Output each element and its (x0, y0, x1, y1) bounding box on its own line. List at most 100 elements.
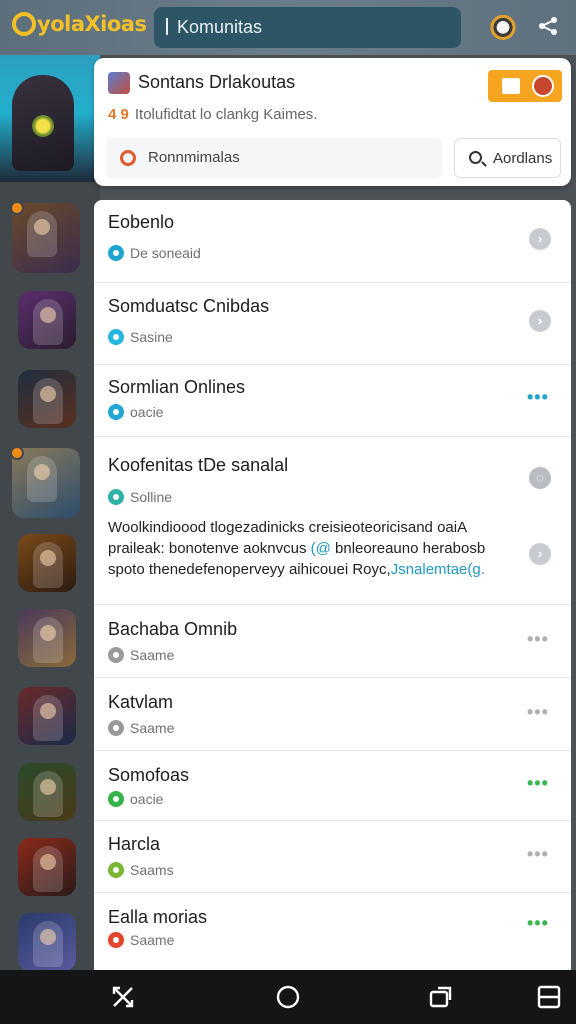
community-name: Harcla (108, 834, 161, 854)
system-navigation-bar (0, 970, 576, 1024)
back-icon[interactable] (428, 984, 454, 1010)
more-options-icon[interactable]: ••• (527, 773, 549, 794)
game-thumb-8[interactable] (18, 763, 76, 821)
featured-game-banner[interactable] (0, 55, 100, 182)
logo-text: yolaXioas (37, 12, 147, 36)
list-item[interactable]: Bachaba Omnib Saame ••• (94, 605, 571, 678)
search-button[interactable]: Aordlans (454, 138, 561, 178)
filter-button[interactable]: Ronnmimalas (106, 138, 442, 178)
app-logo[interactable]: yolaXioas (12, 12, 147, 36)
status-dot-icon (108, 932, 124, 948)
community-name: Somofoas (108, 765, 190, 785)
community-status: oacie (108, 791, 163, 807)
more-options-icon[interactable]: ••• (527, 844, 549, 865)
status-text: oacie (130, 791, 164, 807)
status-text: Saams (130, 862, 174, 878)
notification-badge (10, 446, 24, 460)
community-name: Sormlian Onlines (108, 377, 246, 397)
home-icon[interactable] (275, 984, 301, 1010)
game-thumb-2[interactable] (18, 291, 76, 349)
status-text: De soneaid (130, 245, 201, 261)
community-icon (108, 72, 130, 94)
description-link[interactable]: Jsnalemtae(g. (391, 561, 485, 578)
game-thumb-5[interactable] (18, 534, 76, 592)
share-icon[interactable] (536, 14, 560, 38)
community-description: Woolkindioood tlogezadinicks creisieoteo… (108, 517, 508, 580)
community-name: Eobenlo (108, 212, 175, 232)
status-dot-icon (108, 791, 124, 807)
status-dot-icon (108, 404, 124, 420)
status-dot-icon (108, 720, 124, 736)
more-options-icon[interactable]: ••• (527, 629, 549, 650)
community-title: Sontans Drlakoutas (138, 72, 296, 92)
list-item-expanded[interactable]: Koofenitas tDe sanalal Solline ◌ Woolkin… (94, 437, 571, 605)
community-list: Eobenlo De soneaid › Somduatsc Cnibdas S… (94, 200, 571, 970)
community-header-card: Sontans Drlakoutas 4 9 Itolufidtat lo cla… (94, 58, 571, 186)
community-name: Katvlam (108, 692, 174, 712)
status-text: Saame (130, 932, 175, 948)
rewards-badge[interactable] (488, 70, 562, 102)
hero-image (12, 75, 74, 171)
community-subtitle: 4 9 Itolufidtat lo clankg Kaimes. (108, 106, 317, 123)
more-options-icon[interactable]: ••• (527, 913, 549, 934)
community-name: Ealla morias (108, 907, 208, 927)
filter-icon (120, 150, 136, 166)
search-label: Komunitas (177, 17, 263, 37)
mascot-avatar-icon[interactable] (489, 12, 517, 40)
game-thumb-6[interactable] (18, 609, 76, 667)
subtitle-text: Itolufidtat lo clankg Kaimes. (134, 106, 318, 123)
community-status: oacie (108, 404, 163, 420)
status-text: oacie (130, 404, 164, 420)
chevron-right-icon[interactable]: › (529, 228, 551, 250)
status-text: Saame (130, 647, 175, 663)
list-item[interactable]: Somofoas oacie ••• (94, 751, 571, 821)
notification-badge (10, 201, 24, 215)
top-app-bar: yolaXioas Komunitas (0, 0, 576, 55)
list-item[interactable]: Harcla Saams ••• (94, 821, 571, 893)
status-text: Saame (130, 720, 175, 736)
game-thumb-7[interactable] (18, 687, 76, 745)
game-thumb-10[interactable] (18, 913, 76, 971)
description-highlight: (@ (310, 540, 331, 557)
chevron-right-icon[interactable]: › (529, 310, 551, 332)
community-status: Saame (108, 932, 174, 948)
status-dot-icon (108, 862, 124, 878)
list-item[interactable]: Ealla morias Saame ••• (94, 893, 571, 970)
chevron-right-icon[interactable]: › (529, 543, 551, 565)
search-icon (469, 151, 482, 164)
game-thumb-4[interactable] (12, 448, 80, 518)
game-thumb-9[interactable] (18, 838, 76, 896)
more-options-icon[interactable]: ••• (527, 387, 549, 408)
gift-icon (502, 78, 520, 94)
list-item[interactable]: Katvlam Saame ••• (94, 678, 571, 751)
community-name: Bachaba Omnib (108, 619, 238, 639)
filter-label: Ronnmimalas (148, 149, 240, 166)
loading-icon: ◌ (529, 467, 551, 489)
community-status: Sasine (108, 329, 173, 345)
menu-icon[interactable] (536, 984, 562, 1010)
list-item[interactable]: Eobenlo De soneaid › (94, 200, 571, 283)
subtitle-warning: 4 9 (108, 106, 129, 123)
search-button-label: Aordlans (493, 150, 553, 167)
status-text: Sasine (130, 329, 173, 345)
status-dot-icon (108, 329, 124, 345)
status-dot-icon (108, 647, 124, 663)
community-search-box[interactable]: Komunitas (154, 7, 461, 48)
community-status: Solline (108, 489, 172, 505)
community-status: Saams (108, 862, 174, 878)
community-status: Saame (108, 720, 174, 736)
more-options-icon[interactable]: ••• (527, 702, 549, 723)
game-thumb-3[interactable] (18, 370, 76, 428)
community-name: Somduatsc Cnibdas (108, 296, 270, 316)
status-text: Solline (130, 489, 173, 505)
list-item[interactable]: Somduatsc Cnibdas Sasine › (94, 283, 571, 365)
game-thumb-1[interactable] (12, 203, 80, 273)
list-item[interactable]: Sormlian Onlines oacie ••• (94, 365, 571, 437)
community-status: Saame (108, 647, 174, 663)
status-dot-icon (108, 489, 124, 505)
community-name: Koofenitas tDe sanalal (108, 455, 289, 475)
profile-face-icon (532, 75, 554, 97)
status-dot-icon (108, 245, 124, 261)
community-status: De soneaid (108, 245, 201, 261)
recent-apps-icon[interactable] (110, 984, 136, 1010)
